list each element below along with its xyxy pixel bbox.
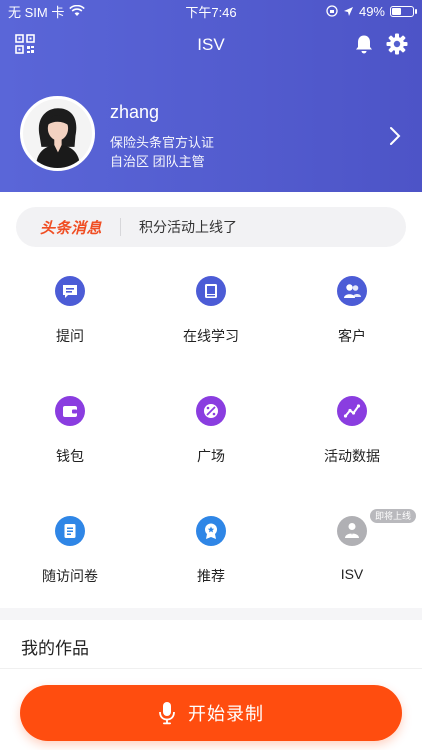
microphone-icon xyxy=(159,702,175,725)
customers-icon xyxy=(337,276,367,306)
user-certification: 保险头条官方认证 xyxy=(110,135,215,150)
chart-icon xyxy=(337,396,367,426)
feature-question[interactable]: 提问 xyxy=(0,262,140,382)
location-icon xyxy=(343,6,353,16)
feature-label: 提问 xyxy=(56,328,84,344)
profile-header: 无 SIM 卡 下午7:46 49% ISV zhang 保险头条官方认证 自治… xyxy=(0,0,422,192)
feature-customers[interactable]: 客户 xyxy=(282,262,422,382)
feature-label: 钱包 xyxy=(56,448,84,464)
survey-icon xyxy=(55,516,85,546)
section-divider xyxy=(0,668,422,669)
plaza-icon xyxy=(196,396,226,426)
battery-icon xyxy=(390,5,417,17)
isv-icon xyxy=(337,516,367,546)
coming-soon-badge: 即将上线 xyxy=(370,509,417,523)
bell-icon[interactable] xyxy=(353,33,375,55)
start-recording-button[interactable]: 开始录制 xyxy=(20,685,402,741)
main-panel: 头条消息 积分活动上线了 提问 在线学习 客户 钱包 广场 活动数据 随访问卷 … xyxy=(0,192,422,608)
headline-news-bar[interactable]: 头条消息 积分活动上线了 xyxy=(16,207,406,247)
book-icon xyxy=(196,276,226,306)
feature-label: ISV xyxy=(340,566,364,582)
user-name: zhang xyxy=(110,102,160,122)
recommend-icon xyxy=(196,516,226,546)
feature-label: 随访问卷 xyxy=(42,568,98,584)
carrier-label: 无 SIM 卡 xyxy=(8,4,65,20)
battery-percent: 49% xyxy=(358,3,385,19)
feature-recommend[interactable]: 推荐 xyxy=(141,502,281,622)
feature-label: 推荐 xyxy=(197,568,225,584)
feature-plaza[interactable]: 广场 xyxy=(141,382,281,502)
gear-icon[interactable] xyxy=(386,33,408,55)
nav-bar: ISV xyxy=(0,30,422,60)
chevron-right-icon[interactable] xyxy=(388,126,402,146)
start-recording-label: 开始录制 xyxy=(188,704,264,724)
question-icon xyxy=(55,276,85,306)
news-tag: 头条消息 xyxy=(40,219,103,237)
feature-label: 在线学习 xyxy=(183,328,239,344)
status-bar: 无 SIM 卡 下午7:46 49% xyxy=(0,0,422,22)
feature-label: 客户 xyxy=(338,328,366,344)
avatar[interactable] xyxy=(20,96,95,171)
news-text[interactable]: 积分活动上线了 xyxy=(139,217,237,237)
wifi-icon xyxy=(69,5,86,16)
profile-card[interactable]: zhang 保险头条官方认证 自治区 团队主管 xyxy=(20,96,410,174)
feature-online-learning[interactable]: 在线学习 xyxy=(141,262,281,382)
news-divider xyxy=(120,218,122,236)
my-works-title: 我的作品 xyxy=(21,639,89,658)
feature-activity-data[interactable]: 活动数据 xyxy=(282,382,422,502)
feature-label: 广场 xyxy=(197,448,225,464)
user-role: 自治区 团队主管 xyxy=(110,154,205,169)
feature-label: 活动数据 xyxy=(324,448,380,464)
wallet-icon xyxy=(55,396,85,426)
rotation-lock-icon xyxy=(326,5,338,17)
feature-wallet[interactable]: 钱包 xyxy=(0,382,140,502)
feature-survey[interactable]: 随访问卷 xyxy=(0,502,140,622)
